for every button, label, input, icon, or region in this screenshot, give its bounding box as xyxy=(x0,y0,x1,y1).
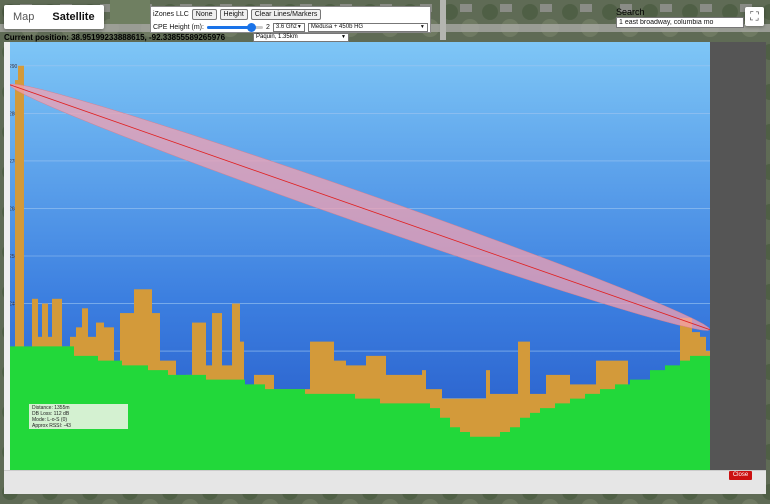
fullscreen-icon[interactable]: ⛶ xyxy=(745,7,764,26)
map-type-toggle: Map Satellite xyxy=(4,5,104,29)
clear-lines-markers-button[interactable]: Clear Lines/Markers xyxy=(250,9,322,20)
elevation-profile-panel: 210220230240250260270280290 Distance: 13… xyxy=(4,42,766,494)
frequency-select[interactable]: 3.6 Ghz ▼ xyxy=(272,23,305,32)
satellite-button[interactable]: Satellite xyxy=(43,5,103,29)
panel-scroll-track[interactable] xyxy=(710,42,766,470)
org-label: iZones LLC xyxy=(153,11,189,18)
link-controls-panel: iZones LLC None Height Clear Lines/Marke… xyxy=(150,6,431,33)
slider-fill xyxy=(206,26,252,29)
antenna-value: Medusa + 450b HG xyxy=(310,24,364,30)
link-select[interactable]: Paquin, 1.35km ▼ xyxy=(253,33,349,42)
slider-knob[interactable] xyxy=(247,23,257,32)
chevron-down-icon: ▼ xyxy=(341,34,346,40)
link-info-box: Distance: 1355m DB Loss: 112 dB Mode: L-… xyxy=(29,404,128,429)
current-position: Current position: 38.95199233888615, -92… xyxy=(4,33,226,42)
chevron-down-icon: ▼ xyxy=(419,24,425,30)
search-input[interactable] xyxy=(616,17,744,28)
link-select-value: Paquin, 1.35km xyxy=(256,34,298,40)
y-tick-label: 290 xyxy=(10,64,18,70)
frequency-value: 3.6 Ghz xyxy=(275,24,297,30)
cpe-height-value: 2 xyxy=(265,24,270,31)
antenna-select[interactable]: Medusa + 450b HG ▼ xyxy=(307,23,428,32)
height-button[interactable]: Height xyxy=(219,9,248,20)
panel-footer: Close xyxy=(4,470,766,494)
search-label: Search xyxy=(616,7,645,17)
rssi-text: Approx RSSI: -43 xyxy=(32,423,71,429)
cpe-height-slider[interactable] xyxy=(206,23,263,32)
cpe-height-label: CPE Height (m): xyxy=(153,24,204,31)
close-button[interactable]: Close xyxy=(729,471,752,480)
map-button[interactable]: Map xyxy=(4,5,43,29)
none-button[interactable]: None xyxy=(191,9,217,20)
chevron-down-icon: ▼ xyxy=(296,24,302,30)
